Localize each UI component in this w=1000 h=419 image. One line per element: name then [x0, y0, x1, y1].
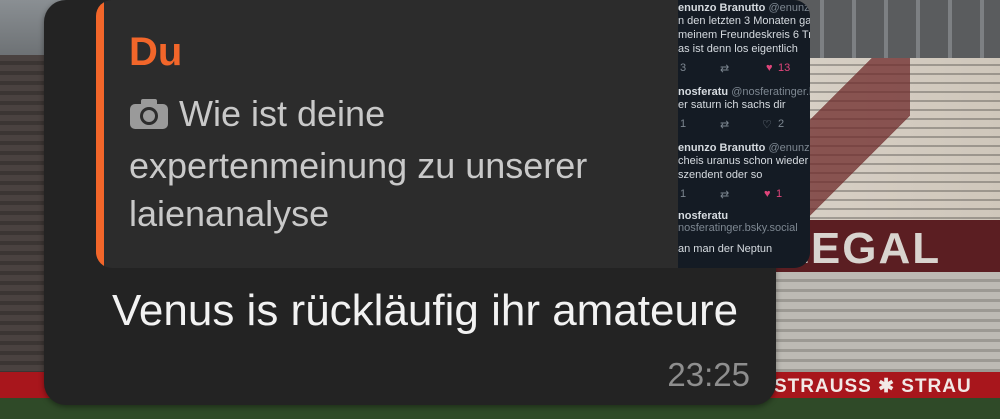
- post-author: nosferatu: [678, 86, 729, 98]
- ad-text: STRAUSS ✱ STRAU: [774, 376, 972, 397]
- repost-icon: ⇄: [720, 119, 730, 131]
- post-line: n den letzten 3 Monaten gab e: [678, 15, 810, 27]
- post-line: as ist denn los eigentlich: [678, 43, 798, 55]
- post-line: szendent oder so: [678, 169, 763, 181]
- post-stats: 1 ⇄ ♡ 2: [678, 118, 810, 132]
- heart-icon: ♥: [764, 188, 771, 200]
- post-author: enunzo Branutto: [678, 142, 766, 154]
- post-line: cheis uranus schon wieder in: [678, 155, 810, 167]
- quoted-text-block: Wie ist deine expertenmeinung zu unserer…: [129, 90, 649, 238]
- post-author-line: enunzo Branutto @enunzo.bs: [678, 142, 810, 154]
- reply-count: 1: [680, 118, 687, 130]
- post-author-line: enunzo Branutto @enunzo.bs: [678, 2, 810, 14]
- post-stats: 3 ⇄ ♥ 13: [678, 62, 810, 76]
- post-author: nosferatu: [678, 210, 729, 222]
- post-line: er saturn ich sachs dir: [678, 99, 786, 111]
- thumb-post: nosferatu @nosferatinger.bsky er saturn …: [678, 86, 810, 132]
- quote-accent-bar: [96, 0, 104, 268]
- thumb-post: nosferatu nosferatinger.bsky.social an m…: [678, 210, 810, 256]
- post-line: an man der Neptun: [678, 243, 773, 255]
- quoted-message[interactable]: Du Wie ist deine expertenmeinung zu unse…: [96, 0, 810, 268]
- repost-icon: ⇄: [720, 63, 730, 75]
- repost-icon: ⇄: [720, 189, 730, 201]
- ad-board: STRAUSS ✱ STRAU: [760, 372, 1000, 398]
- media-thumbnail[interactable]: enunzo Branutto @enunzo.bs n den letzten…: [678, 0, 810, 268]
- message-timestamp: 23:25: [667, 356, 750, 393]
- post-author: enunzo Branutto: [678, 2, 766, 14]
- heart-outline-icon: ♡: [762, 119, 772, 131]
- like-count: 13: [778, 62, 791, 74]
- post-handle: nosferatinger.bsky.social: [678, 222, 798, 234]
- quoted-sender: Du: [129, 30, 183, 74]
- like-count: 1: [776, 188, 783, 200]
- message-bubble[interactable]: Du Wie ist deine expertenmeinung zu unse…: [44, 0, 810, 405]
- thumb-post: enunzo Branutto @enunzo.bs cheis uranus …: [678, 142, 810, 202]
- camera-icon: [129, 94, 169, 142]
- post-handle: @nosferatinger.bsky: [731, 86, 810, 98]
- post-handle: @enunzo.bs: [768, 2, 810, 14]
- post-line: meinem Freundeskreis 6 Trenn: [678, 29, 810, 41]
- post-author-line: nosferatu @nosferatinger.bsky: [678, 86, 810, 98]
- quoted-text: Wie ist deine expertenmeinung zu unserer…: [129, 93, 588, 234]
- reply-count: 3: [680, 62, 687, 74]
- thumb-post: enunzo Branutto @enunzo.bs n den letzten…: [678, 2, 810, 76]
- post-stats: 1 ⇄ ♥ 1: [678, 188, 810, 202]
- message-text: Venus is rückläufig ihr amateure: [112, 286, 739, 335]
- reply-count: 1: [680, 188, 687, 200]
- heart-icon: ♥: [766, 62, 773, 74]
- like-count: 2: [778, 118, 785, 130]
- lower-stand: [760, 272, 1000, 372]
- post-handle: @enunzo.bs: [768, 142, 810, 154]
